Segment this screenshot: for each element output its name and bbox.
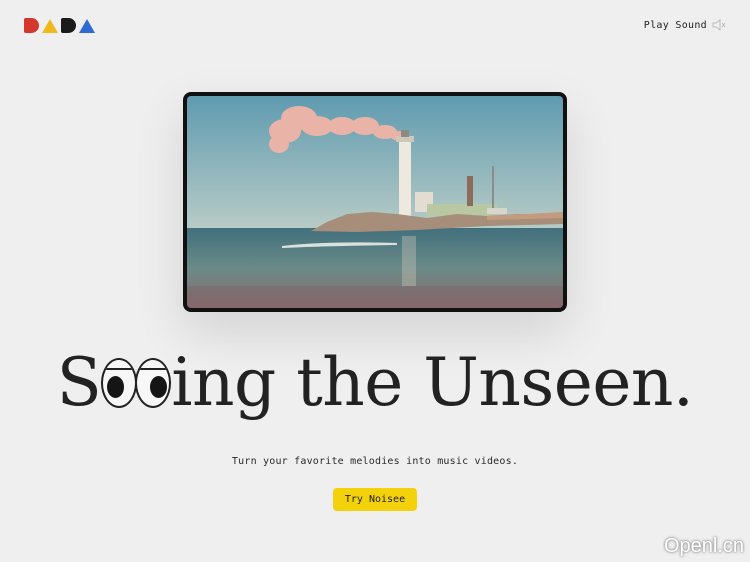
watermark: Openl.cn (663, 535, 744, 557)
hero-headline: S ing the Unseen. (0, 344, 750, 421)
logo-red-d-shape (24, 18, 39, 33)
logo-black-d-shape (61, 18, 76, 33)
left-eye-icon (101, 357, 138, 408)
right-eye-icon (135, 357, 172, 408)
video-preview-frame[interactable] (183, 92, 567, 312)
eyes-illustration (101, 357, 172, 408)
headline-rest: ing the Unseen. (171, 344, 694, 421)
headline-first-letter: S (56, 344, 102, 421)
dada-logo[interactable] (24, 18, 95, 33)
speaker-muted-icon (712, 19, 726, 31)
logo-blue-a-shape (79, 19, 95, 33)
play-sound-label: Play Sound (643, 19, 707, 31)
lighthouse-video-still (187, 96, 563, 308)
hero-subtitle: Turn your favorite melodies into music v… (231, 456, 519, 467)
logo-yellow-a-shape (42, 19, 58, 33)
try-noisee-button[interactable]: Try Noisee (333, 488, 417, 511)
play-sound-button[interactable]: Play Sound (644, 19, 726, 31)
